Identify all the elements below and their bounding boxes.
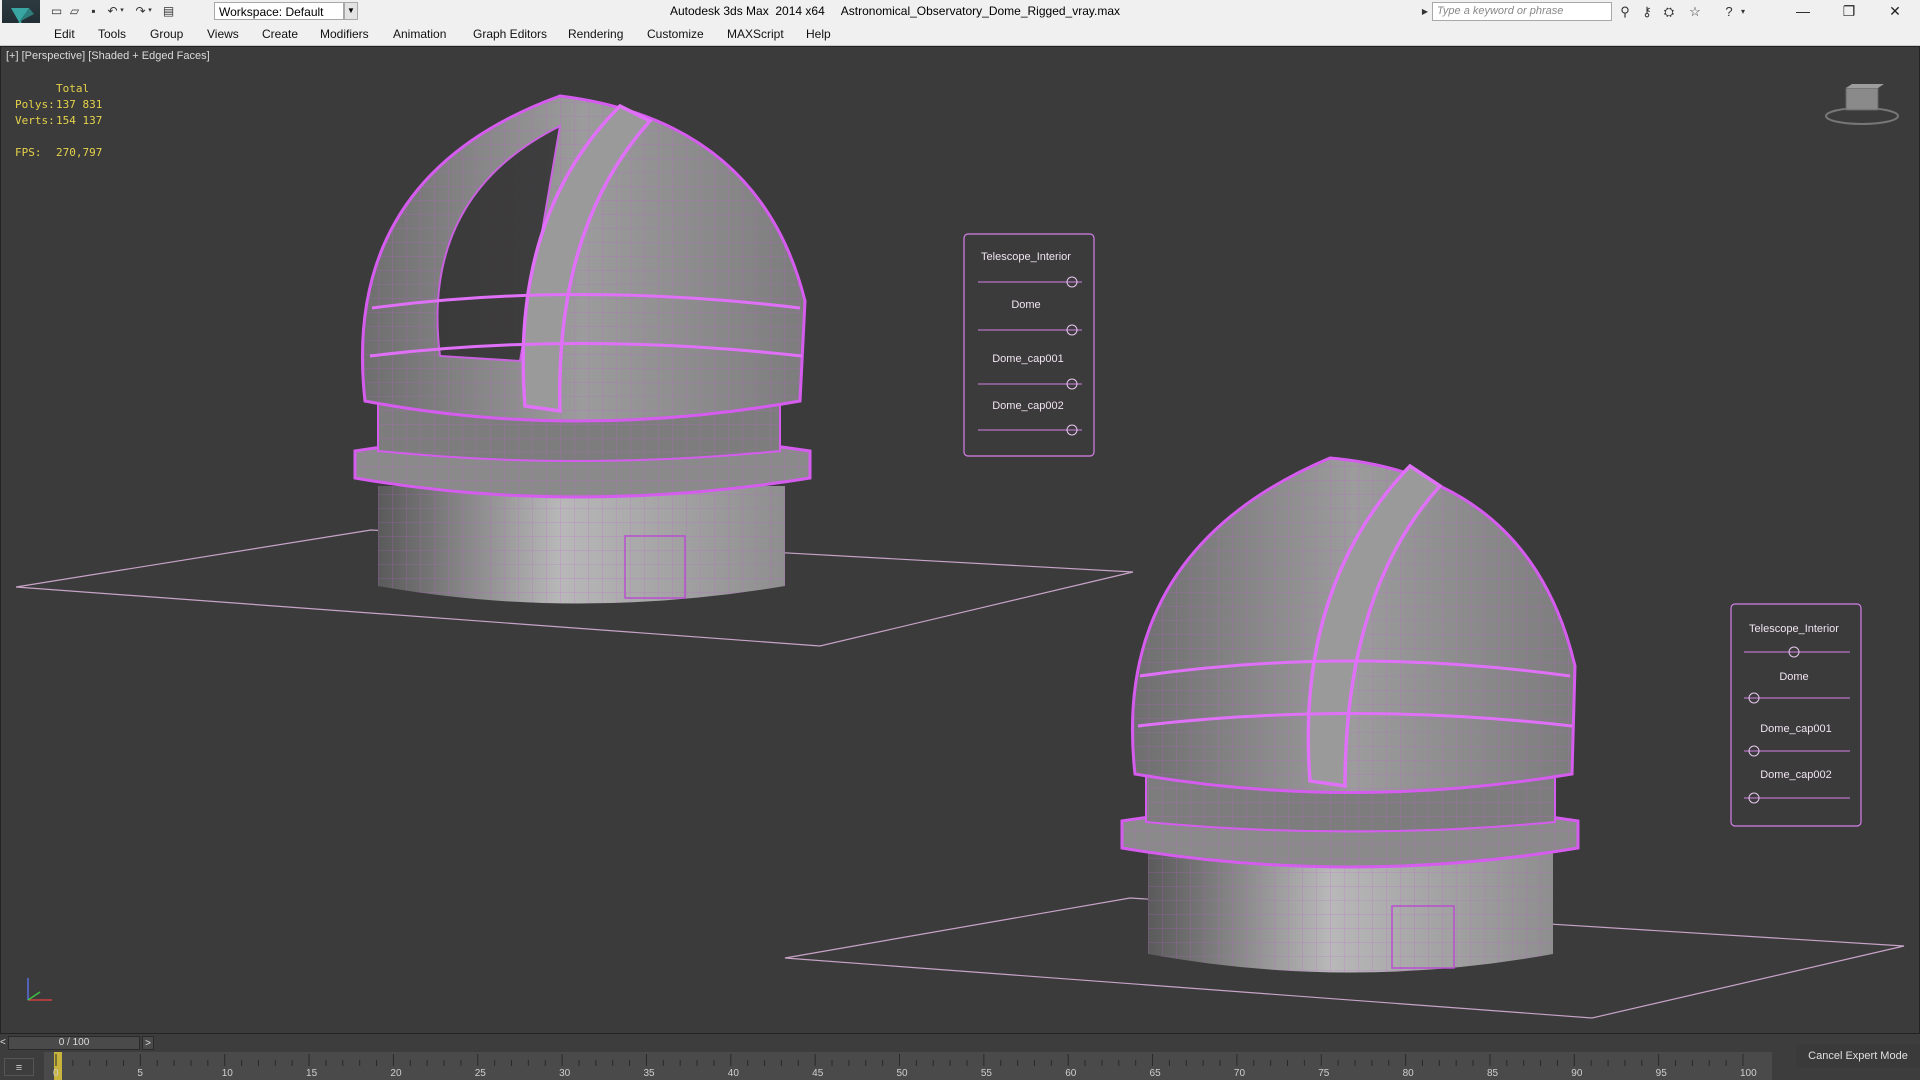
restore-button[interactable]: ❐ <box>1826 0 1872 23</box>
title-bar: ▭ ▱ ▪ ↶ ▾ ↷ ▾ ▤ Workspace: Default ▼ Aut… <box>0 0 1920 45</box>
timeline-tick-label: 0 <box>53 1068 59 1079</box>
favorites-star-icon[interactable]: ☆ <box>1686 2 1704 21</box>
timeline-tick-label: 10 <box>221 1068 233 1079</box>
timeline-tick-label: 30 <box>559 1068 571 1079</box>
rig-label-dome-cap002: Dome_cap002 <box>992 400 1064 412</box>
track-bar[interactable] <box>44 1052 1772 1080</box>
time-next-button[interactable]: > <box>142 1036 154 1050</box>
menu-customize[interactable]: Customize <box>647 23 704 45</box>
timeline-tick-label: 45 <box>812 1068 824 1079</box>
rig-label-dome: Dome <box>1011 299 1040 311</box>
viewcube-icon[interactable] <box>1822 84 1902 128</box>
menu-animation[interactable]: Animation <box>393 23 446 45</box>
menu-help[interactable]: Help <box>806 23 831 45</box>
help-dropdown-icon[interactable]: ▾ <box>1738 2 1748 21</box>
redo-dropdown-icon[interactable]: ▾ <box>146 3 154 19</box>
rig-label-dome-cap001: Dome_cap001 <box>992 353 1064 365</box>
rig-panel-left[interactable]: Telescope_Interior Dome Dome_cap001 Dome… <box>963 233 1095 457</box>
rig-label-telescope-interior: Telescope_Interior <box>1749 623 1839 635</box>
timeline-tick-label: 25 <box>474 1068 486 1079</box>
observatory-model-left[interactable] <box>15 94 1134 647</box>
binoculars-icon[interactable]: ⚲ <box>1616 2 1634 21</box>
help-icon[interactable]: ? <box>1720 2 1738 21</box>
subscription-icon[interactable]: ⚷ <box>1638 2 1656 21</box>
menu-graph-editors[interactable]: Graph Editors <box>473 23 547 45</box>
timeline-tick-label: 5 <box>137 1068 143 1079</box>
communication-icon[interactable]: ⛭ <box>1660 2 1678 21</box>
timeline-tick-label: 20 <box>390 1068 402 1079</box>
search-expand-icon[interactable]: ▶ <box>1420 2 1430 21</box>
time-slider[interactable]: 0 / 100 <box>8 1036 140 1050</box>
close-button[interactable]: ✕ <box>1872 0 1918 23</box>
scene-canvas[interactable]: Telescope_Interior Dome Dome_cap001 Dome… <box>0 46 1920 1034</box>
project-folder-icon[interactable]: ▤ <box>160 3 177 19</box>
menu-maxscript[interactable]: MAXScript <box>727 23 784 45</box>
save-file-icon[interactable]: ▪ <box>85 3 102 19</box>
timeline-tick-label: 80 <box>1402 1068 1414 1079</box>
timeline-tick-label: 75 <box>1318 1068 1330 1079</box>
rig-label-dome-cap001: Dome_cap001 <box>1760 723 1832 735</box>
menu-create[interactable]: Create <box>262 23 298 45</box>
rig-label-telescope-interior: Telescope_Interior <box>981 251 1071 263</box>
timeline-tick-label: 40 <box>727 1068 739 1079</box>
timeline-tick-label: 70 <box>1233 1068 1246 1079</box>
menu-tools[interactable]: Tools <box>98 23 126 45</box>
observatory-model-right[interactable] <box>784 456 1905 1019</box>
timeline-tick-label: 90 <box>1571 1068 1583 1079</box>
timeline-tick-label: 85 <box>1486 1068 1499 1079</box>
menu-views[interactable]: Views <box>207 23 239 45</box>
timeline-tick-label: 55 <box>980 1068 992 1079</box>
timeline-tick-label: 65 <box>1149 1068 1161 1079</box>
rig-label-dome-cap002: Dome_cap002 <box>1760 769 1832 781</box>
menu-edit[interactable]: Edit <box>54 23 75 45</box>
window-title: Autodesk 3ds Max 2014 x64 Astronomical_O… <box>670 4 1120 18</box>
rig-label-dome: Dome <box>1779 671 1808 683</box>
workspace-dropdown-arrow-icon[interactable]: ▼ <box>344 2 358 20</box>
workspace-dropdown[interactable]: Workspace: Default <box>214 2 344 20</box>
search-input[interactable]: Type a keyword or phrase <box>1432 2 1612 21</box>
new-file-icon[interactable]: ▭ <box>48 3 65 19</box>
timeline-tick-label: 95 <box>1655 1068 1667 1079</box>
menu-rendering[interactable]: Rendering <box>568 23 623 45</box>
minimize-button[interactable]: — <box>1780 0 1826 23</box>
timeline-tick-label: 60 <box>1065 1068 1077 1079</box>
rig-panel-right[interactable]: Telescope_Interior Dome Dome_cap001 Dome… <box>1730 603 1862 827</box>
undo-dropdown-icon[interactable]: ▾ <box>118 3 126 19</box>
timeline-tick-label: 15 <box>306 1068 318 1079</box>
mini-curve-editor-icon[interactable]: ≡ <box>4 1058 34 1076</box>
open-file-icon[interactable]: ▱ <box>66 3 83 19</box>
timeline-tick-label: 100 <box>1740 1068 1757 1079</box>
axis-tripod-icon <box>27 978 52 1001</box>
timeline-tick-label: 35 <box>643 1068 655 1079</box>
menu-modifiers[interactable]: Modifiers <box>320 23 369 45</box>
cancel-expert-mode-button[interactable]: Cancel Expert Mode <box>1796 1044 1920 1068</box>
menu-group[interactable]: Group <box>150 23 183 45</box>
timeline-tick-label: 50 <box>896 1068 908 1079</box>
menu-bar: Edit Tools Group Views Create Modifiers … <box>0 23 1920 46</box>
time-prev-button[interactable]: < <box>0 1036 8 1050</box>
